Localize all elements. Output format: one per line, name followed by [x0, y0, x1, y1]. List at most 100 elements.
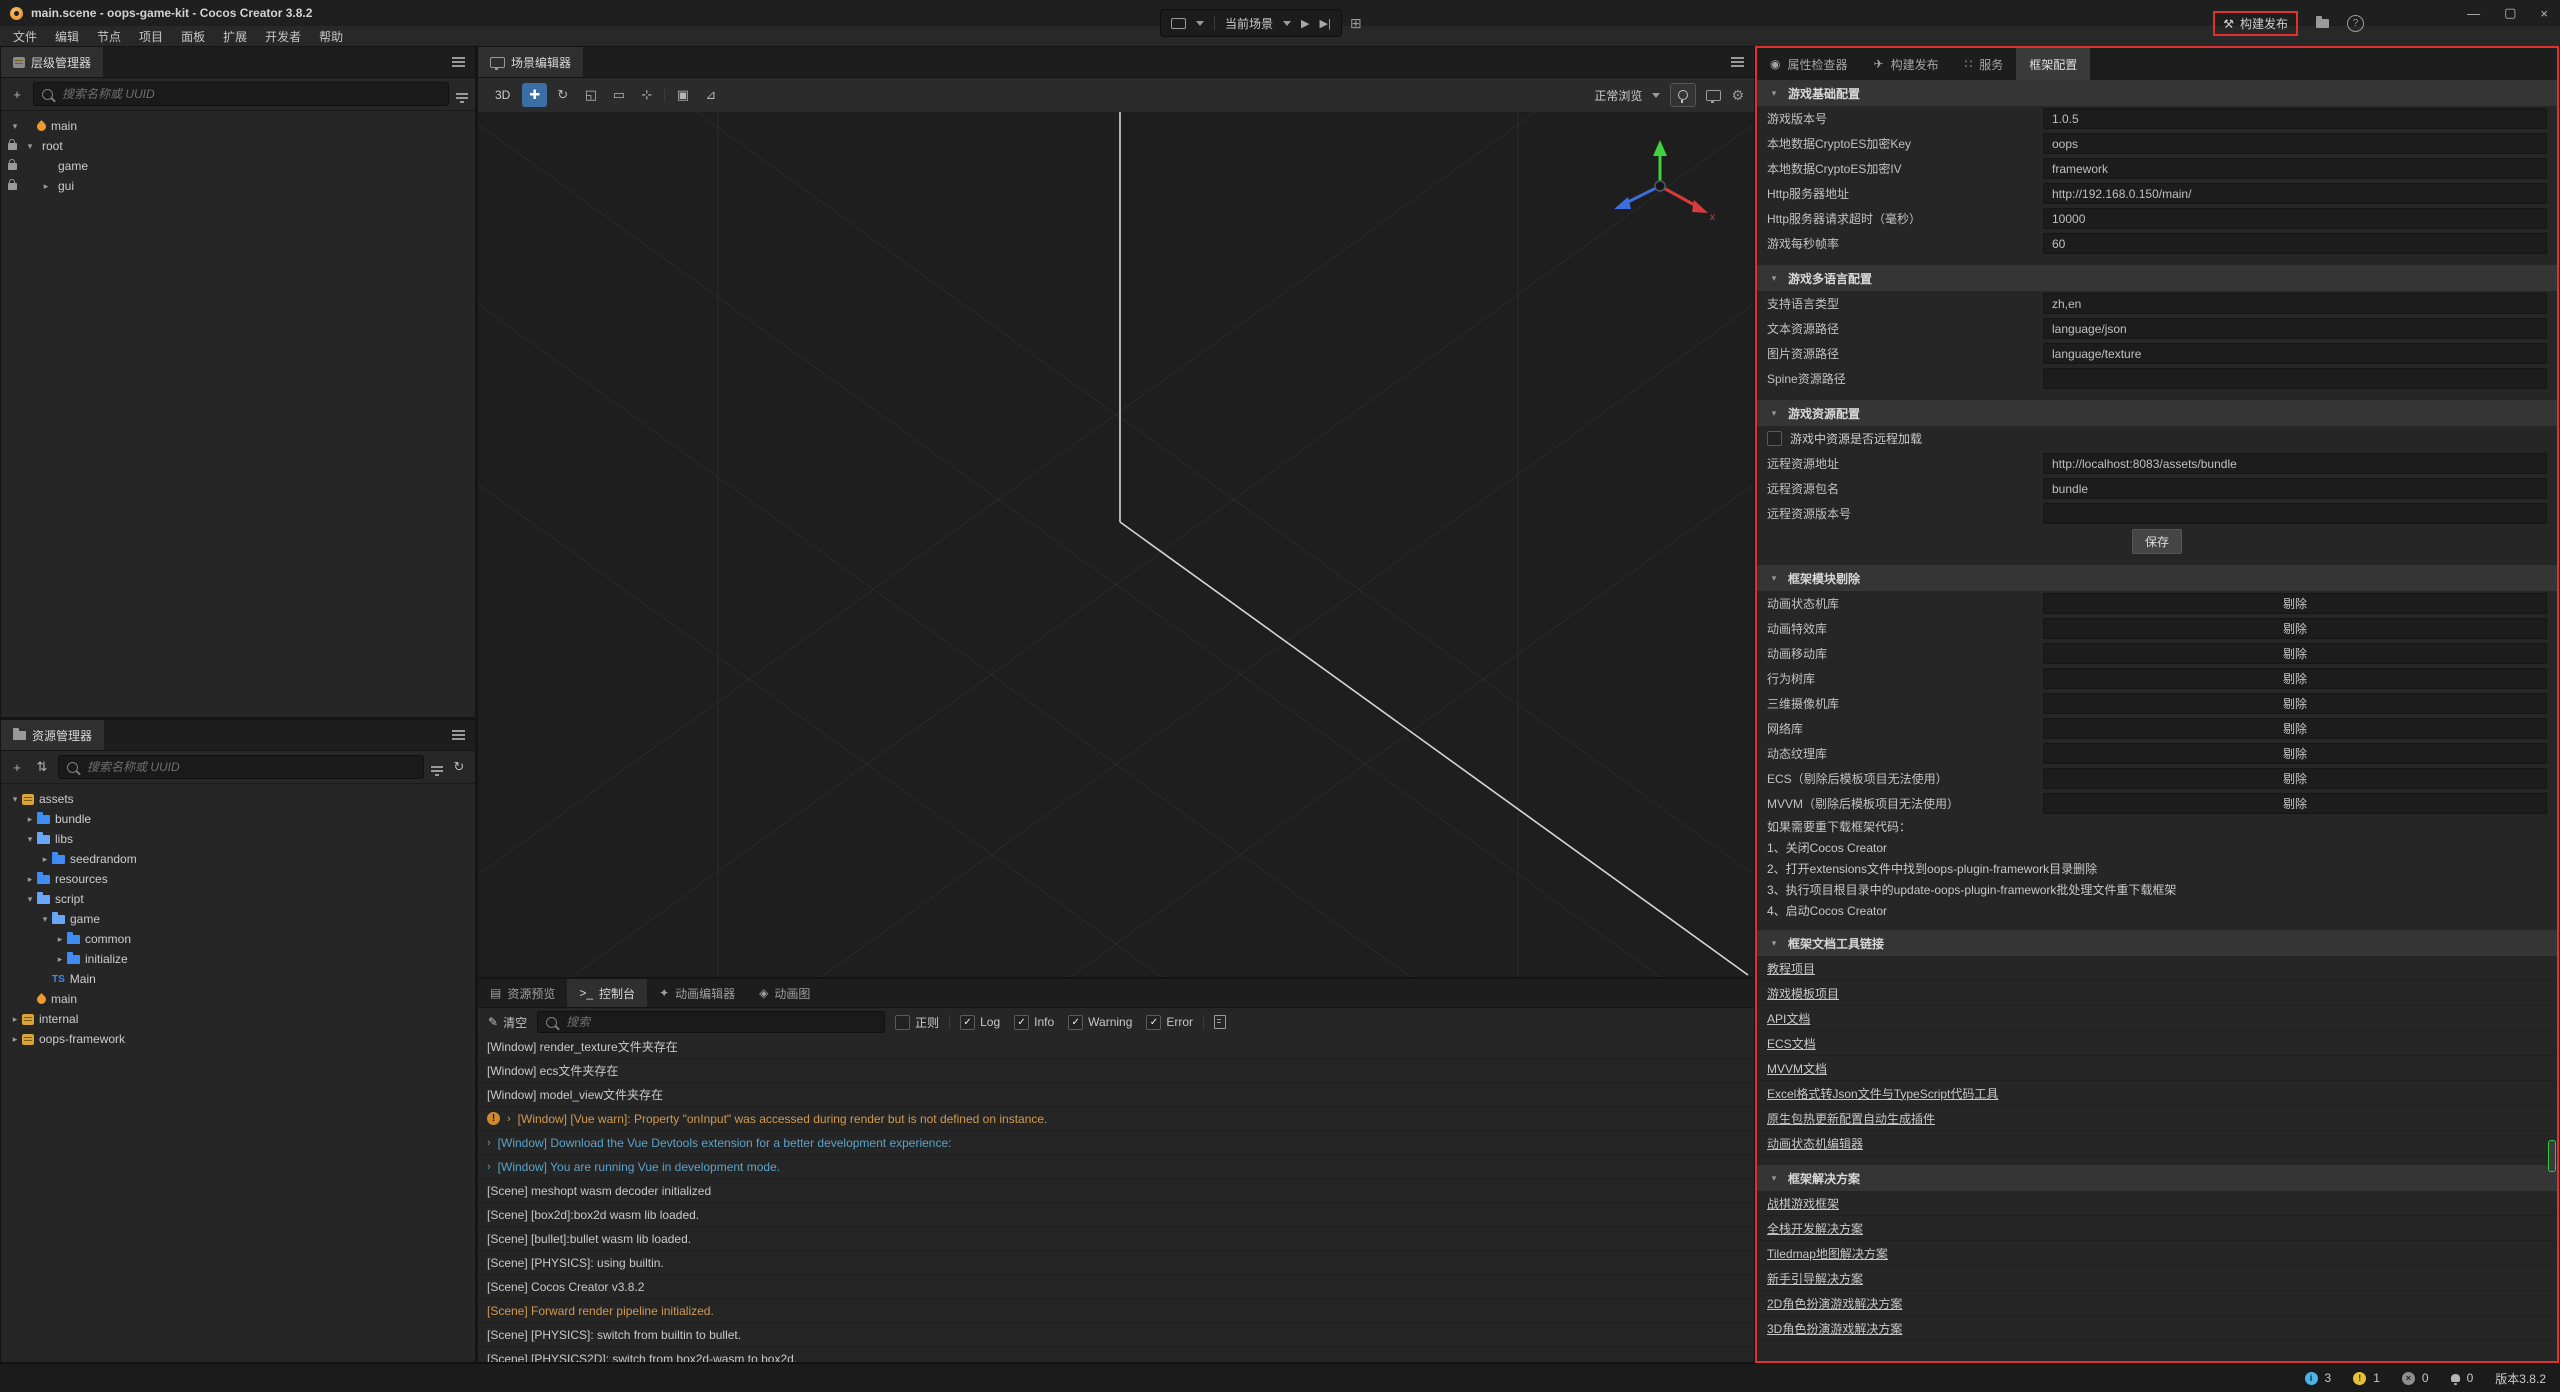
chevron-down-icon[interactable]: ▾ [8, 121, 22, 132]
checkbox-icon[interactable] [1767, 431, 1782, 446]
build-publish-button[interactable]: ⚒ 构建发布 [2213, 11, 2298, 36]
log-filter-warning[interactable]: Warning [1068, 1015, 1132, 1030]
tab-console[interactable]: >_控制台 [567, 979, 647, 1007]
play-button[interactable]: ▶ [1301, 17, 1309, 30]
remove-module-button[interactable]: 剔除 [2283, 670, 2307, 687]
chevron-right-icon[interactable]: ▸ [39, 181, 53, 192]
inspector-link[interactable]: 原生包热更新配置自动生成插件 [1767, 1110, 1935, 1127]
transform-tool-button[interactable]: ◱ [578, 83, 603, 107]
inspector-link[interactable]: 游戏模板项目 [1767, 985, 1839, 1002]
inspector-link[interactable]: MVVM文档 [1767, 1060, 1827, 1077]
view-mode-dropdown[interactable]: 正常浏览 [1594, 87, 1642, 104]
hierarchy-node[interactable]: ▾root [1, 136, 475, 156]
asset-node[interactable]: ▾libs [1, 829, 475, 849]
checkbox-icon[interactable] [960, 1015, 975, 1030]
tab-property-inspector[interactable]: ◉属性检查器 [1757, 48, 1861, 80]
assets-search-input[interactable] [85, 759, 415, 775]
close-button[interactable]: × [2540, 6, 2548, 21]
checkbox-icon[interactable] [1146, 1015, 1161, 1030]
transform-tool-button[interactable]: ▭ [606, 83, 631, 107]
scene-select-dropdown[interactable]: 当前场景 [1225, 15, 1273, 32]
menu-item[interactable]: 节点 [88, 26, 130, 47]
chevron-right-icon[interactable]: ▸ [23, 874, 37, 885]
scene-viewport[interactable]: x [478, 112, 1754, 977]
checkbox-icon[interactable] [1068, 1015, 1083, 1030]
create-node-button[interactable]: + [8, 87, 26, 102]
tab-framework-config[interactable]: 框架配置 [2016, 48, 2090, 80]
asset-node[interactable]: TSMain [1, 969, 475, 989]
config-input[interactable] [2043, 478, 2547, 499]
package-icon[interactable] [2316, 19, 2329, 28]
create-asset-button[interactable]: + [8, 760, 26, 775]
chevron-right-icon[interactable]: ▸ [8, 1034, 22, 1045]
refresh-icon[interactable]: ↻ [450, 759, 468, 775]
section-header[interactable]: ▾框架文档工具链接 [1757, 930, 2557, 956]
console-log-row[interactable]: ›[Window] You are running Vue in develop… [478, 1155, 1754, 1179]
info-icon[interactable]: i [2305, 1372, 2318, 1385]
tab-scene-editor[interactable]: 场景编辑器 [478, 47, 583, 77]
config-input[interactable] [2043, 158, 2547, 179]
inspector-link[interactable]: 动画状态机编辑器 [1767, 1135, 1863, 1152]
asset-node[interactable]: ▸resources [1, 869, 475, 889]
help-icon[interactable]: ? [2347, 15, 2364, 32]
console-log-row[interactable]: [Scene] meshopt wasm decoder initialized [478, 1179, 1754, 1203]
inspector-link[interactable]: Tiledmap地图解决方案 [1767, 1245, 1888, 1262]
camera-icon[interactable] [1706, 90, 1721, 101]
chevron-right-icon[interactable]: ▸ [23, 814, 37, 825]
filter-icon[interactable] [456, 93, 468, 95]
view-gizmo[interactable]: x [1602, 134, 1722, 244]
chevron-down-icon[interactable] [1283, 21, 1291, 30]
chevron-right-icon[interactable]: ▸ [53, 954, 67, 965]
section-header[interactable]: ▾游戏多语言配置 [1757, 265, 2557, 291]
remove-module-button[interactable]: 剔除 [2283, 695, 2307, 712]
chevron-down-icon[interactable] [1652, 93, 1660, 102]
config-input[interactable] [2043, 208, 2547, 229]
config-input[interactable] [2043, 343, 2547, 364]
console-log-row[interactable]: [Scene] [bullet]:bullet wasm lib loaded. [478, 1227, 1754, 1251]
inspector-link[interactable]: 教程项目 [1767, 960, 1815, 977]
tab-assets[interactable]: 资源管理器 [1, 720, 104, 750]
remove-module-button[interactable]: 剔除 [2283, 595, 2307, 612]
filter-icon[interactable] [431, 766, 443, 768]
log-filter-info[interactable]: Info [1014, 1015, 1054, 1030]
light-toggle[interactable] [1670, 83, 1696, 107]
hierarchy-node[interactable]: ▸gui [1, 176, 475, 196]
chevron-down-icon[interactable]: ▾ [1767, 408, 1781, 419]
log-file-icon[interactable] [1214, 1015, 1226, 1029]
asset-node[interactable]: ▸oops-framework [1, 1029, 475, 1049]
config-input[interactable] [2043, 133, 2547, 154]
step-button[interactable]: ▶| [1319, 17, 1330, 30]
menu-item[interactable]: 项目 [130, 26, 172, 47]
config-input[interactable] [2043, 453, 2547, 474]
chevron-down-icon[interactable]: ▾ [1767, 573, 1781, 584]
chevron-down-icon[interactable]: ▾ [1767, 1173, 1781, 1184]
hierarchy-node[interactable]: ▾main [1, 116, 475, 136]
chevron-down-icon[interactable]: ▾ [23, 834, 37, 845]
menu-item[interactable]: 开发者 [256, 26, 310, 47]
config-input[interactable] [2043, 318, 2547, 339]
layout-grid-icon[interactable]: ⊞ [1350, 15, 1362, 32]
hierarchy-search-input[interactable] [60, 86, 440, 102]
console-log-row[interactable]: [Window] render_texture文件夹存在 [478, 1035, 1754, 1059]
console-log-row[interactable]: ›[Window] Download the Vue Devtools exte… [478, 1131, 1754, 1155]
panel-menu-icon[interactable] [452, 730, 465, 732]
chevron-down-icon[interactable]: ▾ [8, 794, 22, 805]
dimension-toggle[interactable]: 3D [488, 85, 517, 105]
asset-node[interactable]: ▸initialize [1, 949, 475, 969]
error-icon[interactable]: × [2402, 1372, 2415, 1385]
section-header[interactable]: ▾游戏资源配置 [1757, 400, 2557, 426]
panel-menu-icon[interactable] [1731, 57, 1744, 59]
regex-checkbox[interactable] [895, 1015, 910, 1030]
inspector-link[interactable]: ECS文档 [1767, 1035, 1816, 1052]
console-log-row[interactable]: !›[Window] [Vue warn]: Property "onInput… [478, 1107, 1754, 1131]
menu-item[interactable]: 文件 [4, 26, 46, 47]
menu-item[interactable]: 面板 [172, 26, 214, 47]
log-filter-log[interactable]: Log [960, 1015, 1000, 1030]
panel-menu-icon[interactable] [452, 57, 465, 59]
console-log-row[interactable]: [Scene] [PHYSICS]: using builtin. [478, 1251, 1754, 1275]
config-input[interactable] [2043, 368, 2547, 389]
hierarchy-search[interactable] [33, 82, 449, 106]
menu-item[interactable]: 编辑 [46, 26, 88, 47]
section-header[interactable]: ▾框架解决方案 [1757, 1165, 2557, 1191]
menu-item[interactable]: 帮助 [310, 26, 352, 47]
